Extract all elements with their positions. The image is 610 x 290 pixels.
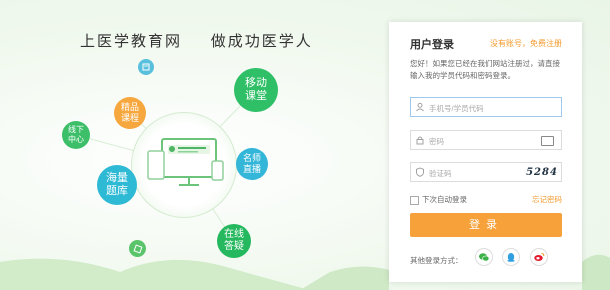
- bubble-label-line2: 题库: [106, 185, 128, 197]
- captcha-placeholder: 验证码: [429, 169, 452, 178]
- username-placeholder: 手机号/学员代码: [429, 104, 484, 113]
- bubble-label-line1: 精品: [120, 102, 139, 112]
- slogan-part1: 上医学教育网: [80, 32, 183, 50]
- captcha-image[interactable]: 5284: [526, 166, 558, 179]
- forgot-password-link[interactable]: 忘记密码: [532, 194, 562, 205]
- register-link[interactable]: 没有账号，免费注册: [490, 38, 562, 49]
- shield-icon: [416, 167, 424, 177]
- qq-icon: [507, 253, 515, 262]
- slogan-part2: 做成功医学人: [210, 32, 313, 50]
- wechat-login-button[interactable]: [475, 248, 493, 266]
- qq-login-button[interactable]: [502, 248, 520, 266]
- bubble-label-line1: 名师: [242, 153, 261, 163]
- login-description: 您好！如果您已经在我们网站注册过，请直接输入我的学员代码和密码登录。: [410, 59, 560, 80]
- password-field[interactable]: 密码: [410, 130, 562, 150]
- other-login-label: 其他登录方式：: [410, 256, 463, 265]
- slogan: 上医学教育网 做成功医学人: [80, 30, 335, 51]
- bubble-label-line2: 直播: [242, 164, 261, 174]
- devices-icon: [147, 138, 224, 186]
- lock-icon: [416, 136, 424, 145]
- bubble-question-bank[interactable]: 海量 题库: [97, 165, 137, 205]
- login-button[interactable]: 登录: [410, 213, 562, 237]
- weibo-icon: [534, 253, 545, 261]
- password-placeholder: 密码: [429, 137, 444, 146]
- book-icon: [138, 59, 154, 75]
- bubble-mobile-classroom[interactable]: 移动 课堂: [234, 68, 278, 112]
- bubble-label-line1: 线下: [68, 125, 84, 134]
- remember-label: 下次自动登录: [422, 195, 467, 204]
- keyboard-icon[interactable]: [541, 136, 554, 146]
- bubble-label-line2: 课程: [120, 113, 139, 123]
- bubble-label-line2: 答疑: [224, 241, 244, 252]
- wechat-icon: [479, 253, 490, 262]
- user-icon: [416, 102, 424, 112]
- remember-me[interactable]: 下次自动登录: [410, 194, 467, 205]
- login-title: 用户登录: [410, 39, 454, 51]
- bubble-label-line2: 课堂: [245, 90, 267, 102]
- bubble-label-line1: 海量: [106, 172, 128, 184]
- bubble-premium-courses[interactable]: 精品 课程: [114, 97, 146, 129]
- captcha-field[interactable]: 验证码 5284: [410, 162, 562, 182]
- bubble-live-teacher[interactable]: 名师 直播: [236, 148, 268, 180]
- certificate-icon: [129, 240, 146, 257]
- bubble-offline-center[interactable]: 线下 中心: [62, 121, 90, 149]
- bubble-label-line1: 在线: [224, 229, 244, 240]
- login-panel: 用户登录 没有账号，免费注册 您好！如果您已经在我们网站注册过，请直接输入我的学…: [389, 22, 582, 282]
- remember-checkbox[interactable]: [410, 195, 419, 205]
- devices-illustration: [131, 112, 237, 218]
- bubble-label-line2: 中心: [68, 135, 84, 144]
- bubble-online-qa[interactable]: 在线 答疑: [217, 224, 251, 258]
- weibo-login-button[interactable]: [530, 248, 548, 266]
- bubble-label-line1: 移动: [245, 77, 267, 89]
- username-field[interactable]: 手机号/学员代码: [410, 97, 562, 117]
